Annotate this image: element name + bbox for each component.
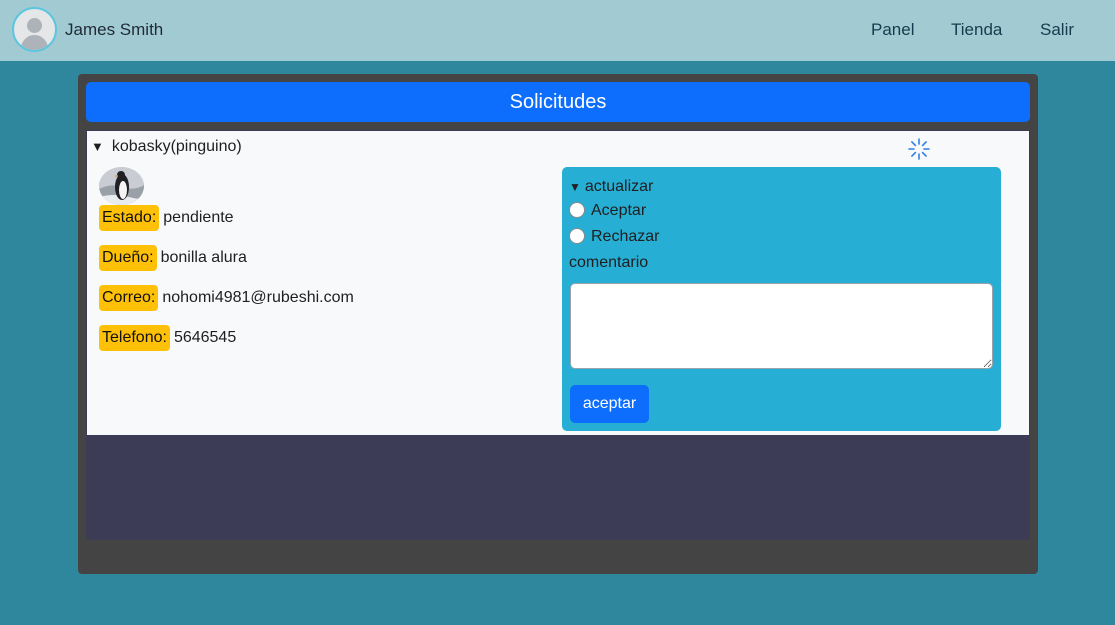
field-label-estado: Estado:	[99, 205, 160, 231]
pet-photo	[99, 167, 144, 205]
comment-label: comentario	[569, 254, 649, 271]
radio-rechazar[interactable]	[569, 227, 585, 244]
field-label-correo: Correo:	[99, 285, 159, 311]
nav-link-tienda[interactable]: Tienda	[951, 20, 1002, 40]
field-dueno: Dueño: bonilla alura	[99, 245, 247, 271]
field-correo: Correo: nohomi4981@rubeshi.com	[99, 285, 354, 311]
field-value-estado: pendiente	[163, 209, 234, 226]
comment-textarea[interactable]	[570, 283, 993, 369]
avatar-shoulders	[21, 35, 48, 50]
update-form: ▼ actualizar Aceptar Rechazar comentario …	[562, 167, 1001, 431]
radio-label-aceptar: Aceptar	[591, 202, 647, 219]
user-avatar-icon[interactable]	[12, 7, 57, 52]
field-value-dueno: bonilla alura	[160, 249, 247, 266]
nav-link-salir[interactable]: Salir	[1040, 20, 1074, 40]
user-name: James Smith	[65, 20, 164, 39]
triangle-down-icon: ▼	[569, 180, 581, 194]
field-label-dueno: Dueño:	[99, 245, 157, 271]
field-value-telefono: 5646545	[173, 329, 237, 346]
radio-option-rechazar[interactable]: Rechazar	[569, 227, 659, 247]
submit-button[interactable]: aceptar	[570, 385, 649, 423]
update-summary-toggle[interactable]: ▼ actualizar	[569, 178, 653, 196]
field-label-telefono: Telefono:	[99, 325, 170, 351]
field-estado: Estado: pendiente	[99, 205, 234, 231]
request-summary-toggle[interactable]: ▼ kobasky(pinguino)	[91, 138, 242, 156]
request-summary-label: kobasky(pinguino)	[111, 138, 242, 155]
loading-spinner-icon	[908, 138, 930, 160]
page-title: Solicitudes	[86, 82, 1030, 122]
triangle-down-icon: ▼	[91, 139, 104, 154]
update-summary-label: actualizar	[584, 178, 654, 195]
request-card: ▼ kobasky(pinguino) Estado: pendiente Dueñ	[87, 131, 1029, 435]
field-value-correo: nohomi4981@rubeshi.com	[162, 289, 354, 306]
top-navbar: James Smith Panel Tienda Salir	[0, 0, 1115, 61]
radio-aceptar[interactable]	[569, 201, 585, 218]
radio-option-aceptar[interactable]: Aceptar	[569, 201, 646, 221]
radio-label-rechazar: Rechazar	[591, 228, 660, 245]
avatar-head	[27, 18, 42, 33]
field-telefono: Telefono: 5646545	[99, 325, 236, 351]
nav-link-panel[interactable]: Panel	[871, 20, 914, 40]
